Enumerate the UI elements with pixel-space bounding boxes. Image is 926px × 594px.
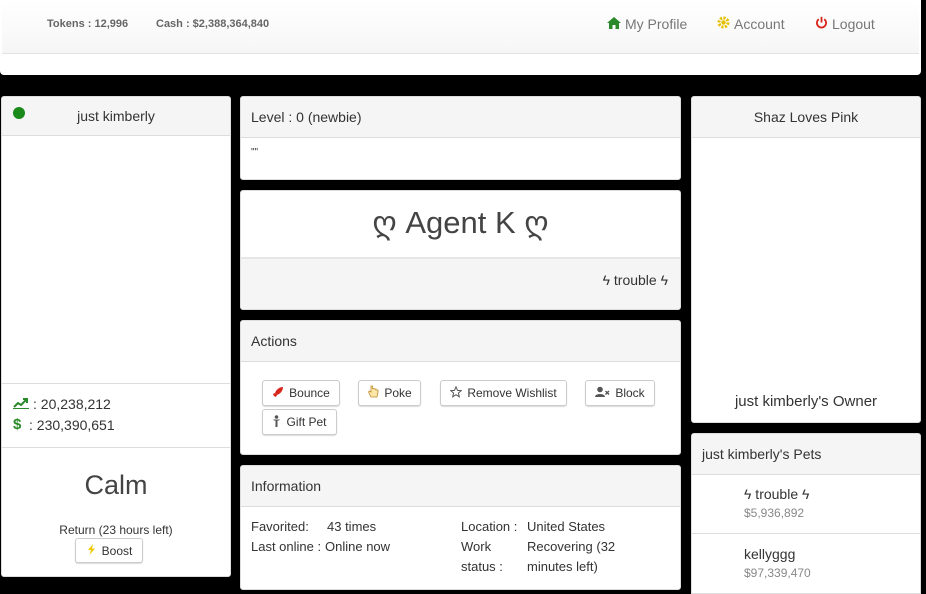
location-value: United States <box>527 519 606 534</box>
information-panel: Information Favorited: 43 times Last onl… <box>240 465 681 590</box>
pet-quote: "" <box>251 147 259 158</box>
pet-subtitle-bar: ϟ trouble ϟ <box>241 257 680 309</box>
pet-name-header: just kimberly <box>2 97 230 136</box>
pet-subtitle: ϟ trouble ϟ <box>602 272 668 288</box>
bounce-button[interactable]: Bounce <box>262 380 340 406</box>
block-button[interactable]: Block <box>585 380 655 406</box>
logout-link[interactable]: Logout <box>815 16 875 32</box>
gift-pet-button[interactable]: Gift Pet <box>262 409 337 435</box>
cash-stat: : 230,390,651 <box>29 416 115 433</box>
power-icon <box>815 16 828 32</box>
gear-icon <box>717 16 730 32</box>
poke-label: Poke <box>384 386 412 400</box>
my-profile-label: My Profile <box>625 16 688 32</box>
pets-list-panel: just kimberly's Pets ϟ trouble ϟ $5,936,… <box>691 433 921 594</box>
value-stat: : 20,238,212 <box>33 396 111 412</box>
home-icon <box>607 16 621 32</box>
pet-mood: Calm <box>84 470 148 500</box>
my-profile-link[interactable]: My Profile <box>607 16 687 32</box>
information-header: Information <box>241 466 680 507</box>
top-navbar: Tokens : 12,996 Cash : $2,388,364,840 My… <box>0 0 921 75</box>
level-text: Level : 0 (newbie) <box>251 109 362 125</box>
actions-header: Actions <box>241 321 680 362</box>
user-block-icon <box>595 386 610 401</box>
pet-name: just kimberly <box>77 108 155 124</box>
person-icon <box>272 414 281 430</box>
logout-label: Logout <box>832 16 875 32</box>
hand-pointer-icon <box>367 385 379 401</box>
work-status-label-line1: Work <box>461 539 492 554</box>
owner-header: Shaz Loves Pink <box>692 97 920 138</box>
pets-heading: just kimberly's Pets <box>702 446 822 462</box>
owner-card: Shaz Loves Pink just kimberly's Owner <box>691 96 921 423</box>
last-online-label: Last online : <box>251 539 322 554</box>
owner-caption: just kimberly's Owner <box>734 393 878 410</box>
pet-list-value: $5,936,892 <box>744 506 805 520</box>
pet-profile-card: just kimberly : 20,238,212 $ : 230,390,6… <box>1 96 231 577</box>
cash-stat-row: $ : 230,390,651 <box>13 416 115 433</box>
pet-list-value: $97,339,470 <box>744 566 811 580</box>
work-status-value-line2: minutes left) <box>527 559 598 574</box>
pet-title-panel: ღ Agent K ღ ϟ trouble ϟ <box>240 190 681 310</box>
actions-heading: Actions <box>251 333 297 349</box>
pets-header: just kimberly's Pets <box>692 434 920 475</box>
pet-list-item[interactable]: kellyggg $97,339,470 <box>692 535 920 594</box>
cash-amount: Cash : $2,388,364,840 <box>156 18 270 30</box>
bounce-label: Bounce <box>289 386 330 400</box>
pet-stats-box: : 20,238,212 $ : 230,390,651 <box>2 383 230 448</box>
poke-button[interactable]: Poke <box>358 380 421 406</box>
block-label: Block <box>615 386 645 400</box>
rocket-icon <box>272 386 284 401</box>
return-status: Return (23 hours left) <box>59 523 173 537</box>
star-outline-icon <box>449 384 463 401</box>
level-panel: Level : 0 (newbie) "" <box>240 96 681 180</box>
information-heading: Information <box>251 478 322 494</box>
boost-button[interactable]: Boost <box>75 538 143 563</box>
gift-pet-label: Gift Pet <box>286 415 327 429</box>
remove-wishlist-button[interactable]: Remove Wishlist <box>440 380 567 406</box>
level-header: Level : 0 (newbie) <box>241 97 680 138</box>
lightning-icon <box>86 543 97 558</box>
location-label: Location : <box>461 519 518 534</box>
pet-list-item[interactable]: ϟ trouble ϟ $5,936,892 <box>692 475 920 534</box>
actions-panel: Actions Bounce Poke Remove Wishlist Bloc… <box>240 320 681 455</box>
value-stat-row: : 20,238,212 <box>13 396 111 412</box>
dollar-icon: $ <box>13 416 22 433</box>
last-online-value: Online now <box>325 539 391 554</box>
pet-list-name: ϟ trouble ϟ <box>744 486 810 502</box>
remove-wishlist-label: Remove Wishlist <box>467 386 557 400</box>
trend-up-icon <box>13 396 29 412</box>
account-label: Account <box>734 16 785 32</box>
navbar-inner: Tokens : 12,996 Cash : $2,388,364,840 My… <box>2 0 919 54</box>
work-status-value-line1: Recovering (32 <box>527 539 616 554</box>
pet-list-name: kellyggg <box>744 546 796 562</box>
work-status-label-line2: status : <box>461 559 503 574</box>
pet-title: ღ Agent K ღ <box>372 205 549 240</box>
tokens-count: Tokens : 12,996 <box>47 18 129 30</box>
owner-name[interactable]: Shaz Loves Pink <box>754 109 858 125</box>
favorited-value: 43 times <box>327 519 377 534</box>
account-link[interactable]: Account <box>717 16 785 32</box>
favorited-label: Favorited: <box>251 519 309 534</box>
boost-label: Boost <box>101 543 133 558</box>
